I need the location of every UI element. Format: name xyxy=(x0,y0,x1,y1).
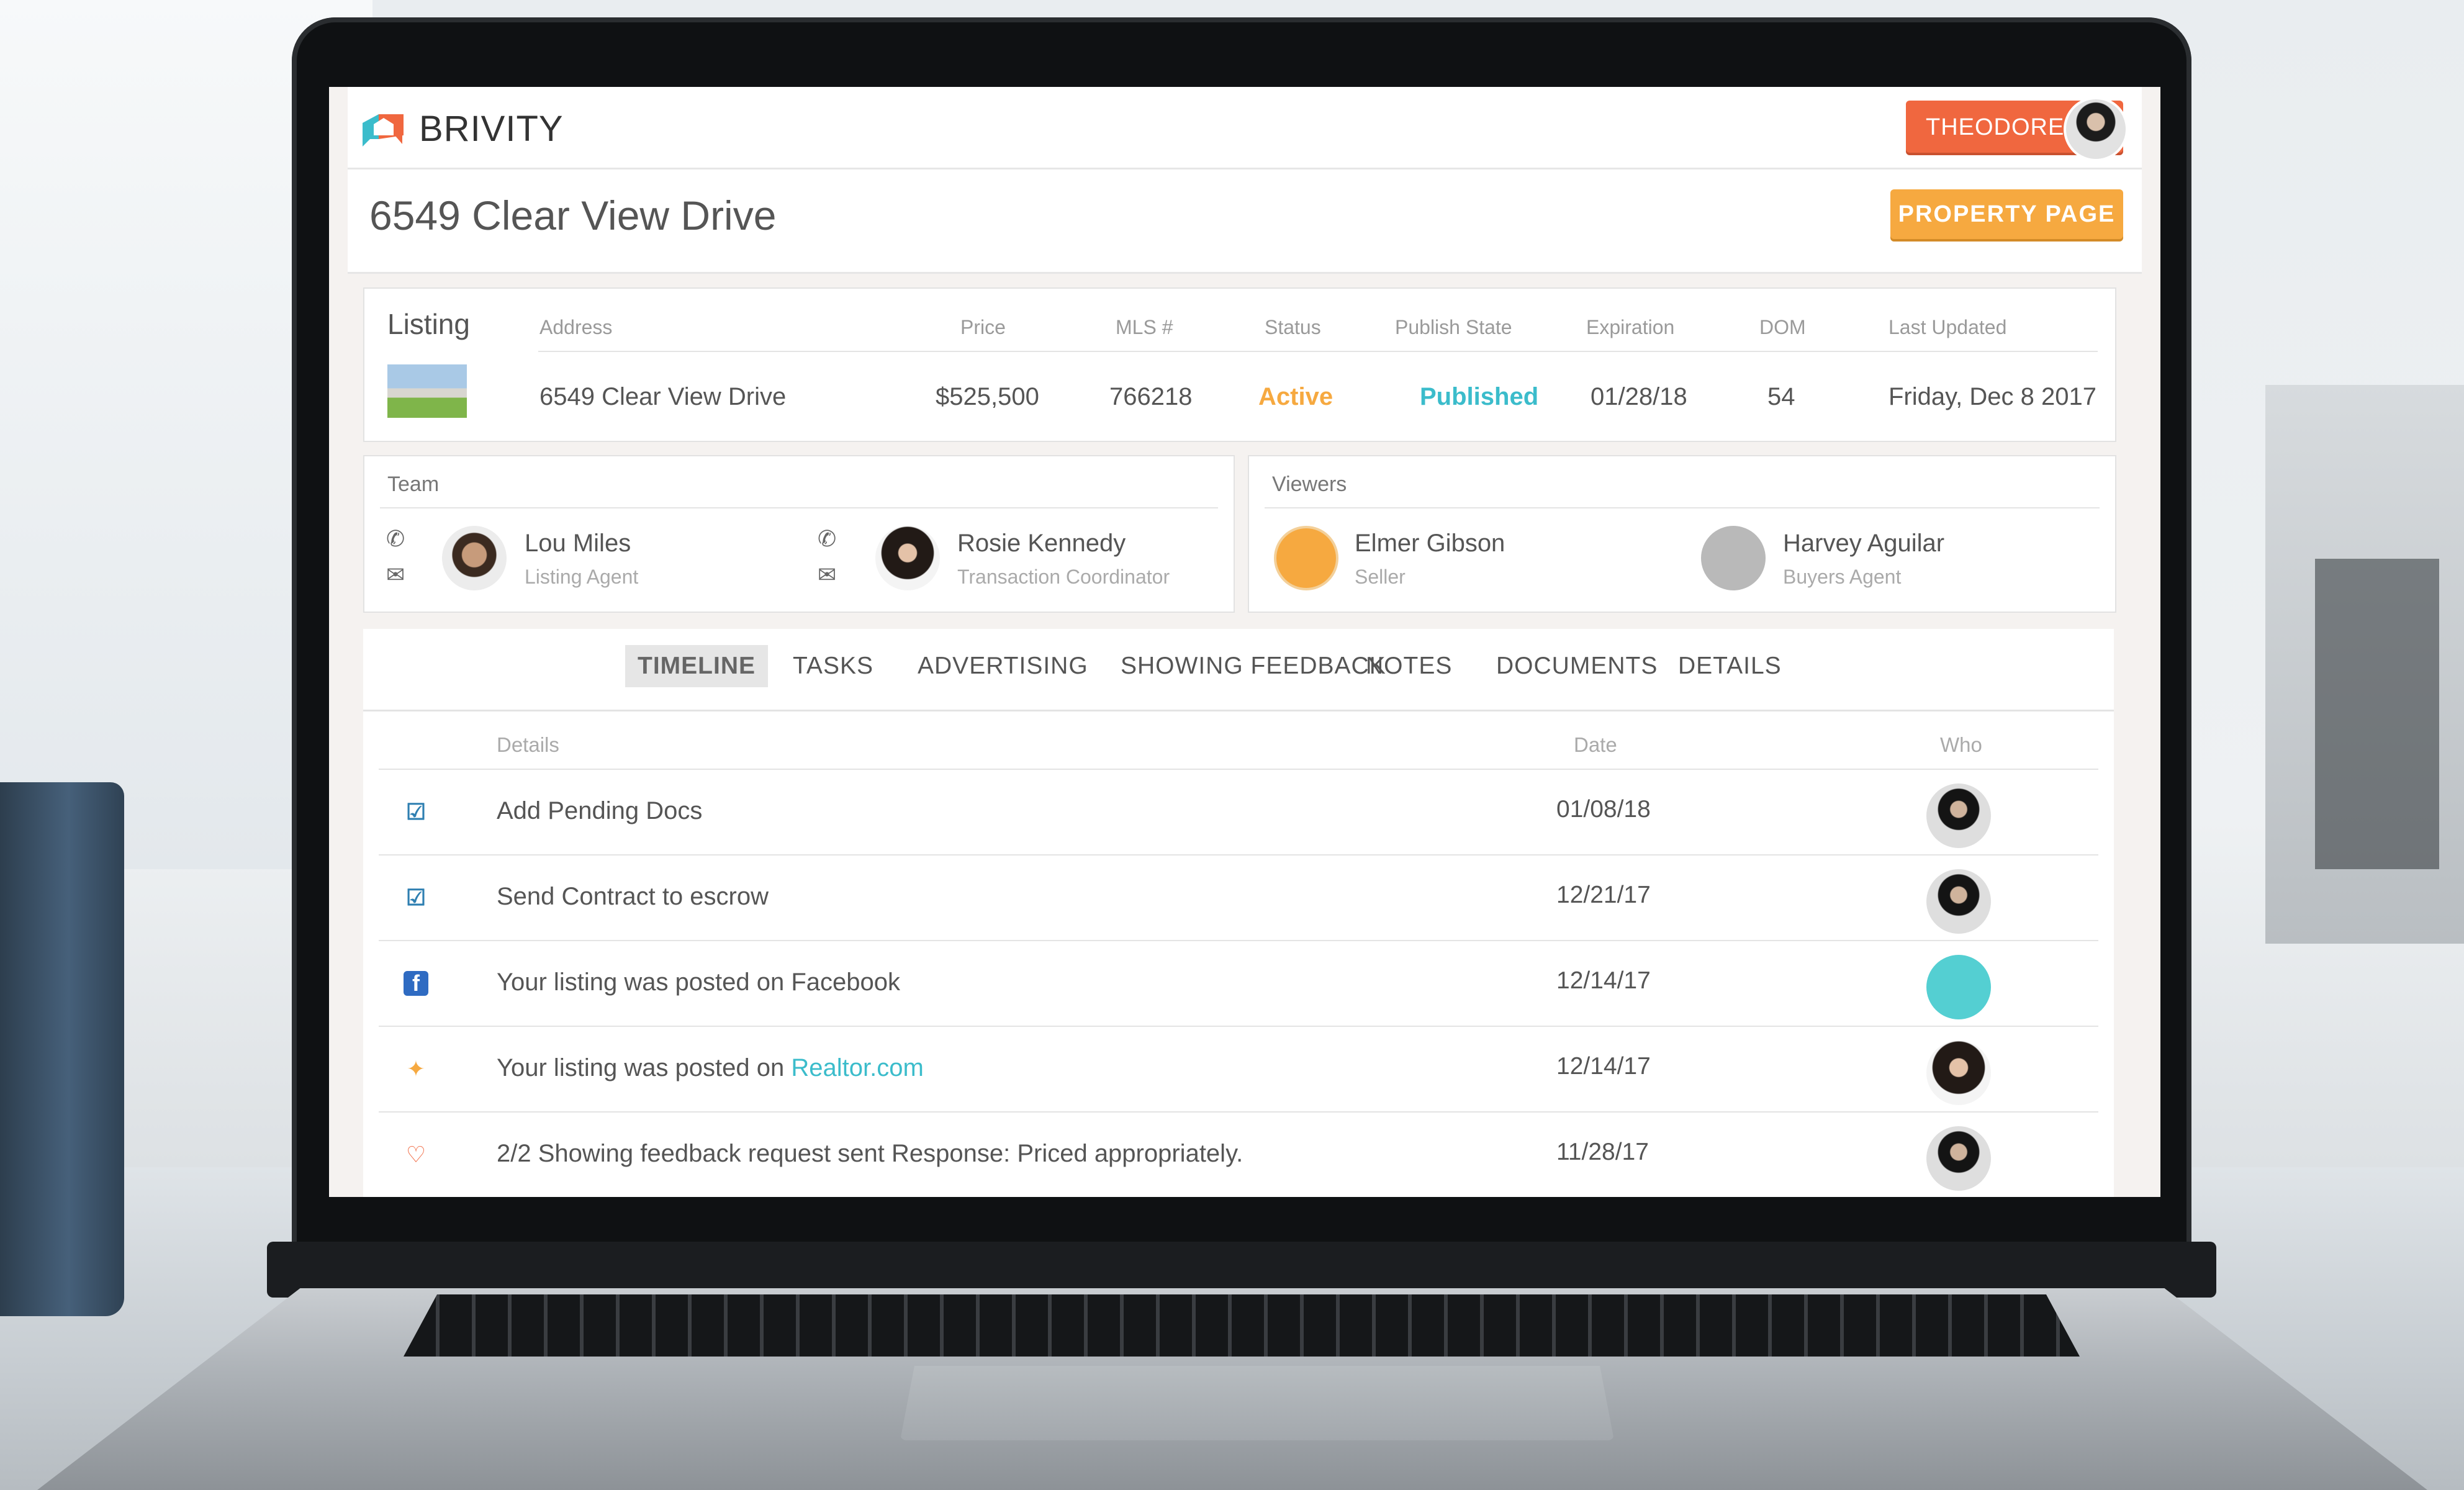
col-header-status: Status xyxy=(1265,316,1321,338)
listing-card: Listing Address Price MLS # Status Publi… xyxy=(363,287,2116,442)
email-icon[interactable]: ✉ xyxy=(386,562,405,588)
tab-details[interactable]: DETAILS xyxy=(1678,652,1782,680)
facebook-icon: f xyxy=(404,971,428,996)
user-avatar[interactable] xyxy=(2064,97,2128,161)
viewers-label: Viewers xyxy=(1272,472,1347,496)
timeline-detail: 2/2 Showing feedback request sent Respon… xyxy=(497,1140,1243,1167)
timeline-date: 12/14/17 xyxy=(1556,967,1651,994)
listing-publish-state: Published xyxy=(1420,383,1539,410)
timeline-detail: Your listing was posted on Realtor.com xyxy=(497,1054,924,1082)
avatar xyxy=(875,526,940,590)
background-shelf-shadow xyxy=(2315,559,2439,869)
team-member-name: Rosie Kennedy xyxy=(957,530,1126,557)
team-member-role: Listing Agent xyxy=(525,566,639,588)
tab-advertising[interactable]: ADVERTISING xyxy=(918,652,1088,680)
team-member-name: Lou Miles xyxy=(525,530,631,557)
brand-name: BRIVITY xyxy=(419,109,564,149)
laptop-trackpad xyxy=(900,1366,1614,1440)
group-icon xyxy=(1926,955,1991,1019)
tab-showing-feedback[interactable]: SHOWING FEEDBACK xyxy=(1121,652,1386,680)
phone-icon[interactable]: ✆ xyxy=(386,526,405,552)
laptop-keyboard xyxy=(404,1294,2080,1357)
timeline-detail: Send Contract to escrow xyxy=(497,883,769,910)
col-header-price: Price xyxy=(960,316,1006,338)
listing-last-updated: Friday, Dec 8 2017 xyxy=(1889,383,2096,410)
property-thumbnail[interactable] xyxy=(387,364,467,418)
divider xyxy=(1265,507,2100,508)
realtor-icon: ✦ xyxy=(406,1056,426,1081)
listing-section-label: Listing xyxy=(387,308,470,340)
listing-address: 6549 Clear View Drive xyxy=(539,383,787,410)
col-header-last-updated: Last Updated xyxy=(1889,316,2007,338)
tab-tasks[interactable]: TASKS xyxy=(793,652,873,680)
viewer-name: Elmer Gibson xyxy=(1355,530,1505,557)
tab-panel: TIMELINE TASKS ADVERTISING SHOWING FEEDB… xyxy=(363,629,2114,1197)
timeline-header-date: Date xyxy=(1574,733,1617,756)
timeline-row[interactable]: ☑ Send Contract to escrow 12/21/17 xyxy=(379,854,2098,941)
divider xyxy=(380,507,1218,508)
checkbox-icon: ☑ xyxy=(405,885,426,910)
listing-status: Active xyxy=(1258,383,1334,410)
tab-notes[interactable]: NOTES xyxy=(1366,652,1452,680)
col-header-address: Address xyxy=(539,316,613,338)
timeline-row[interactable]: ♡ 2/2 Showing feedback request sent Resp… xyxy=(379,1111,2098,1197)
tab-documents[interactable]: DOCUMENTS xyxy=(1496,652,1658,680)
user-name: THEODORE xyxy=(1926,114,2065,140)
page-title: 6549 Clear View Drive xyxy=(369,192,777,238)
brivity-logo-icon xyxy=(363,114,404,147)
timeline-row[interactable]: ☑ Add Pending Docs 01/08/18 xyxy=(379,769,2098,856)
avatar xyxy=(1926,783,1991,848)
team-card: Team ✆ ✉ Lou Miles Listing Agent ✆ ✉ Ros… xyxy=(363,455,1235,613)
phone-icon[interactable]: ✆ xyxy=(818,526,836,552)
timeline-detail-text: Your listing was posted on xyxy=(497,1054,792,1081)
top-bar: BRIVITY THEODORE xyxy=(348,87,2142,169)
listing-expiration: 01/28/18 xyxy=(1591,383,1687,410)
team-label: Team xyxy=(387,472,440,496)
col-header-expiration: Expiration xyxy=(1586,316,1675,338)
viewer-name: Harvey Aguilar xyxy=(1783,530,1945,557)
team-member-role: Transaction Coordinator xyxy=(957,566,1170,588)
listing-mls: 766218 xyxy=(1109,383,1193,410)
user-menu-button[interactable]: THEODORE xyxy=(1906,97,2128,161)
timeline-date: 12/14/17 xyxy=(1556,1053,1651,1080)
avatar xyxy=(442,526,507,590)
viewers-card: Viewers Elmer Gibson Seller Harvey Aguil… xyxy=(1248,455,2116,613)
avatar xyxy=(1926,869,1991,934)
timeline-detail: Add Pending Docs xyxy=(497,797,703,824)
listing-price: $525,500 xyxy=(936,383,1039,410)
viewer-role: Seller xyxy=(1355,566,1406,588)
col-header-mls: MLS # xyxy=(1116,316,1173,338)
col-header-dom: DOM xyxy=(1759,316,1806,338)
timeline-detail: Your listing was posted on Facebook xyxy=(497,968,901,996)
timeline-row[interactable]: ✦ Your listing was posted on Realtor.com… xyxy=(379,1026,2098,1113)
avatar xyxy=(1926,1041,1991,1105)
timeline-date: 01/08/18 xyxy=(1556,796,1651,823)
user-icon xyxy=(1274,526,1338,590)
property-page-button[interactable]: PROPERTY PAGE xyxy=(1890,189,2123,239)
timeline-header-who: Who xyxy=(1940,733,1982,756)
divider xyxy=(538,351,2098,352)
app-screen: BRIVITY THEODORE 6549 Clear View Drive P… xyxy=(329,87,2160,1197)
checkbox-icon: ☑ xyxy=(405,799,426,824)
timeline-date: 12/21/17 xyxy=(1556,882,1651,908)
property-header: 6549 Clear View Drive PROPERTY PAGE xyxy=(348,169,2142,274)
timeline-date: 11/28/17 xyxy=(1556,1139,1649,1165)
tab-divider xyxy=(363,710,2114,711)
realtor-link[interactable]: Realtor.com xyxy=(791,1054,923,1081)
email-icon[interactable]: ✉ xyxy=(818,562,836,588)
viewer-role: Buyers Agent xyxy=(1783,566,1902,588)
tab-timeline[interactable]: TIMELINE xyxy=(625,645,768,687)
timeline-row[interactable]: f Your listing was posted on Facebook 12… xyxy=(379,940,2098,1027)
avatar xyxy=(1926,1126,1991,1191)
col-header-publish-state: Publish State xyxy=(1395,316,1512,338)
heart-icon: ♡ xyxy=(405,1142,426,1167)
listing-dom: 54 xyxy=(1767,383,1795,410)
group-icon xyxy=(1701,526,1766,590)
coffee-mug xyxy=(0,782,124,1316)
timeline-header-details: Details xyxy=(497,733,559,756)
